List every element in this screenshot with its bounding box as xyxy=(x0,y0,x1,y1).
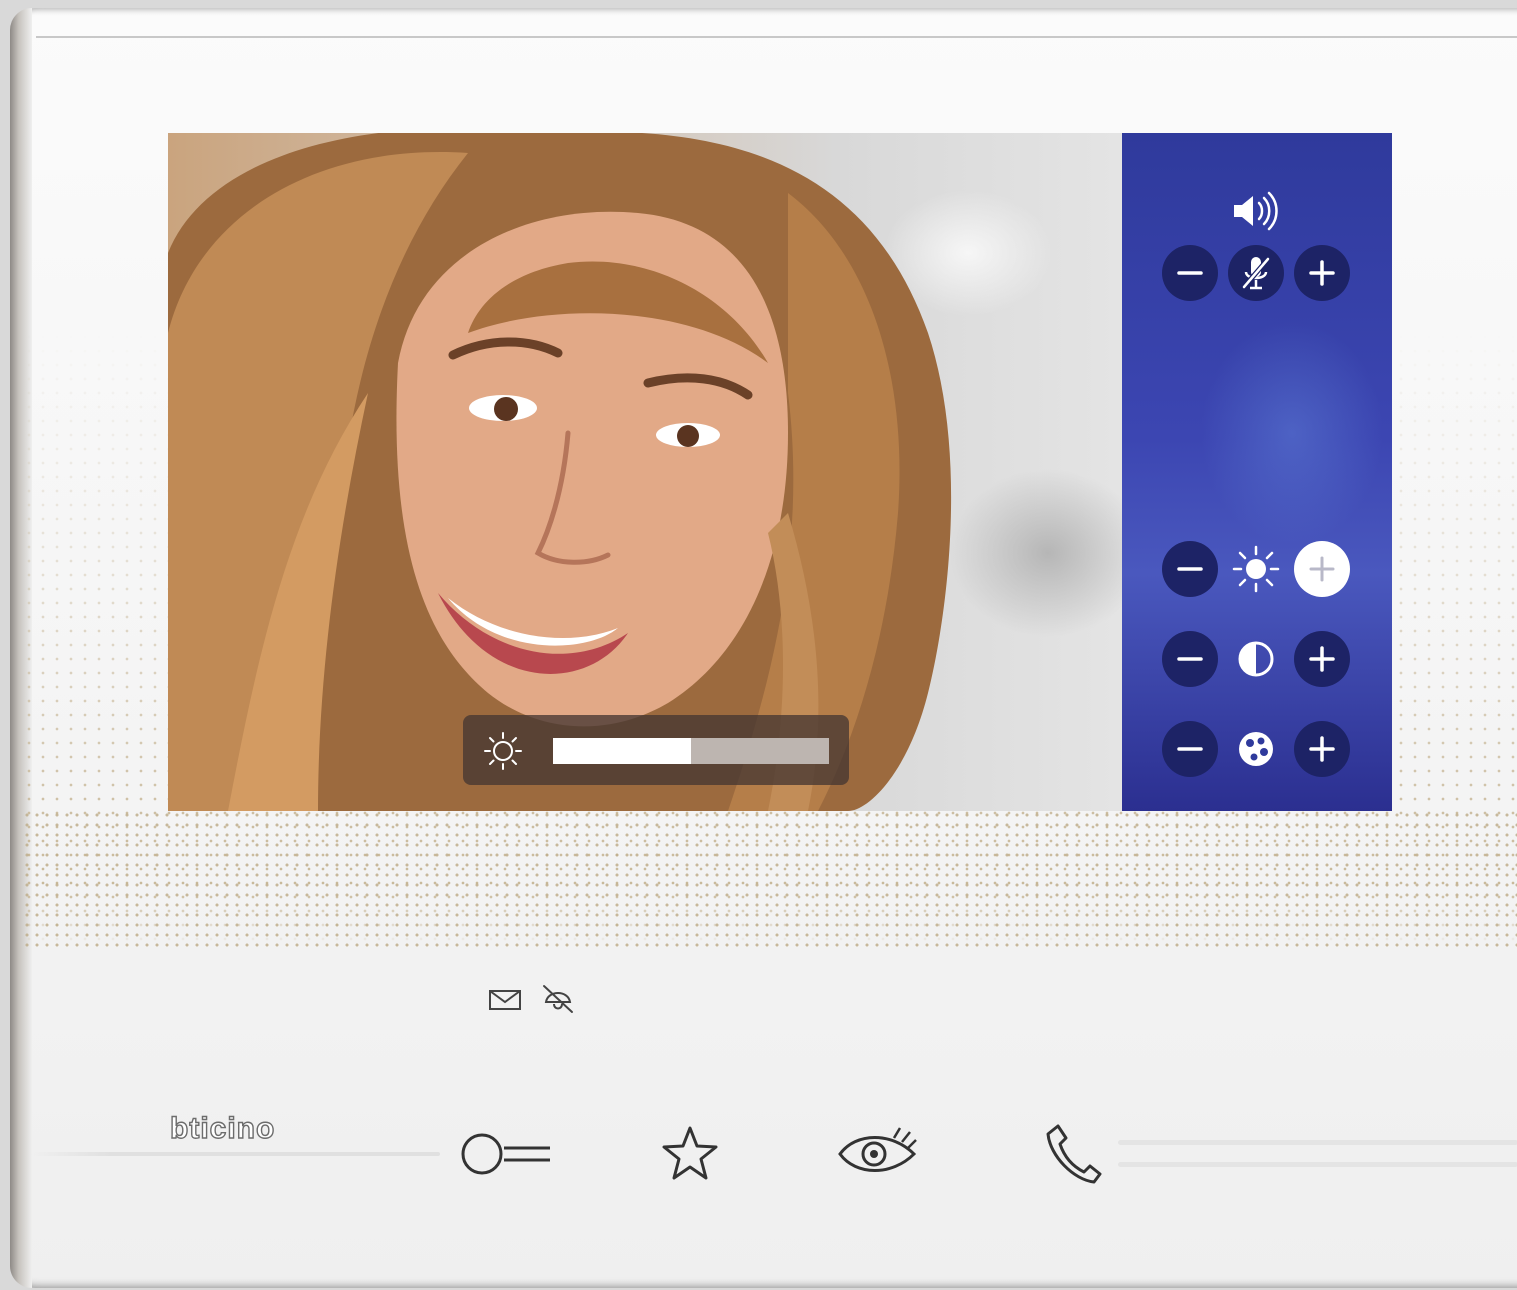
decor-line-left xyxy=(30,1152,440,1156)
control-panel xyxy=(1122,133,1392,811)
brightness-level-fill xyxy=(553,738,691,764)
brightness-plus-button[interactable] xyxy=(1294,541,1350,597)
contrast-icon xyxy=(1238,641,1274,677)
volume-minus-button[interactable] xyxy=(1162,245,1218,301)
brightness-overlay xyxy=(463,715,849,785)
contrast-minus-button[interactable] xyxy=(1162,631,1218,687)
camera-feed xyxy=(168,133,1122,811)
sun-icon xyxy=(484,732,522,770)
answer-call-button[interactable] xyxy=(1044,1122,1104,1186)
envelope-icon xyxy=(489,990,521,1010)
contrast-plus-button[interactable] xyxy=(1294,631,1350,687)
speaker-grille-bottom xyxy=(22,810,1517,950)
volume-plus-button[interactable] xyxy=(1294,245,1350,301)
brand-logo: bticino xyxy=(169,1111,276,1145)
color-palette-icon xyxy=(1239,732,1273,766)
favorites-button[interactable] xyxy=(660,1124,720,1184)
decor-line-right-1 xyxy=(1118,1140,1517,1145)
speaker-icon xyxy=(1234,191,1278,231)
door-lock-button[interactable] xyxy=(460,1128,556,1180)
mic-muted-icon xyxy=(1242,257,1270,290)
bell-off-icon xyxy=(543,985,573,1013)
brightness-level-bar[interactable] xyxy=(553,738,829,764)
color-minus-button[interactable] xyxy=(1162,721,1218,777)
top-bezel-line xyxy=(36,36,1517,38)
camera-view-button[interactable] xyxy=(836,1124,920,1180)
star-icon xyxy=(662,1126,718,1180)
door-key-icon xyxy=(461,1133,550,1175)
color-plus-button[interactable] xyxy=(1294,721,1350,777)
eye-icon xyxy=(838,1127,917,1172)
brightness-minus-button[interactable] xyxy=(1162,541,1218,597)
mic-mute-button[interactable] xyxy=(1228,245,1284,301)
phone-icon xyxy=(1046,1124,1102,1184)
video-screen xyxy=(168,133,1392,811)
sun-icon xyxy=(1232,545,1280,593)
decor-line-right-2 xyxy=(1118,1162,1517,1167)
